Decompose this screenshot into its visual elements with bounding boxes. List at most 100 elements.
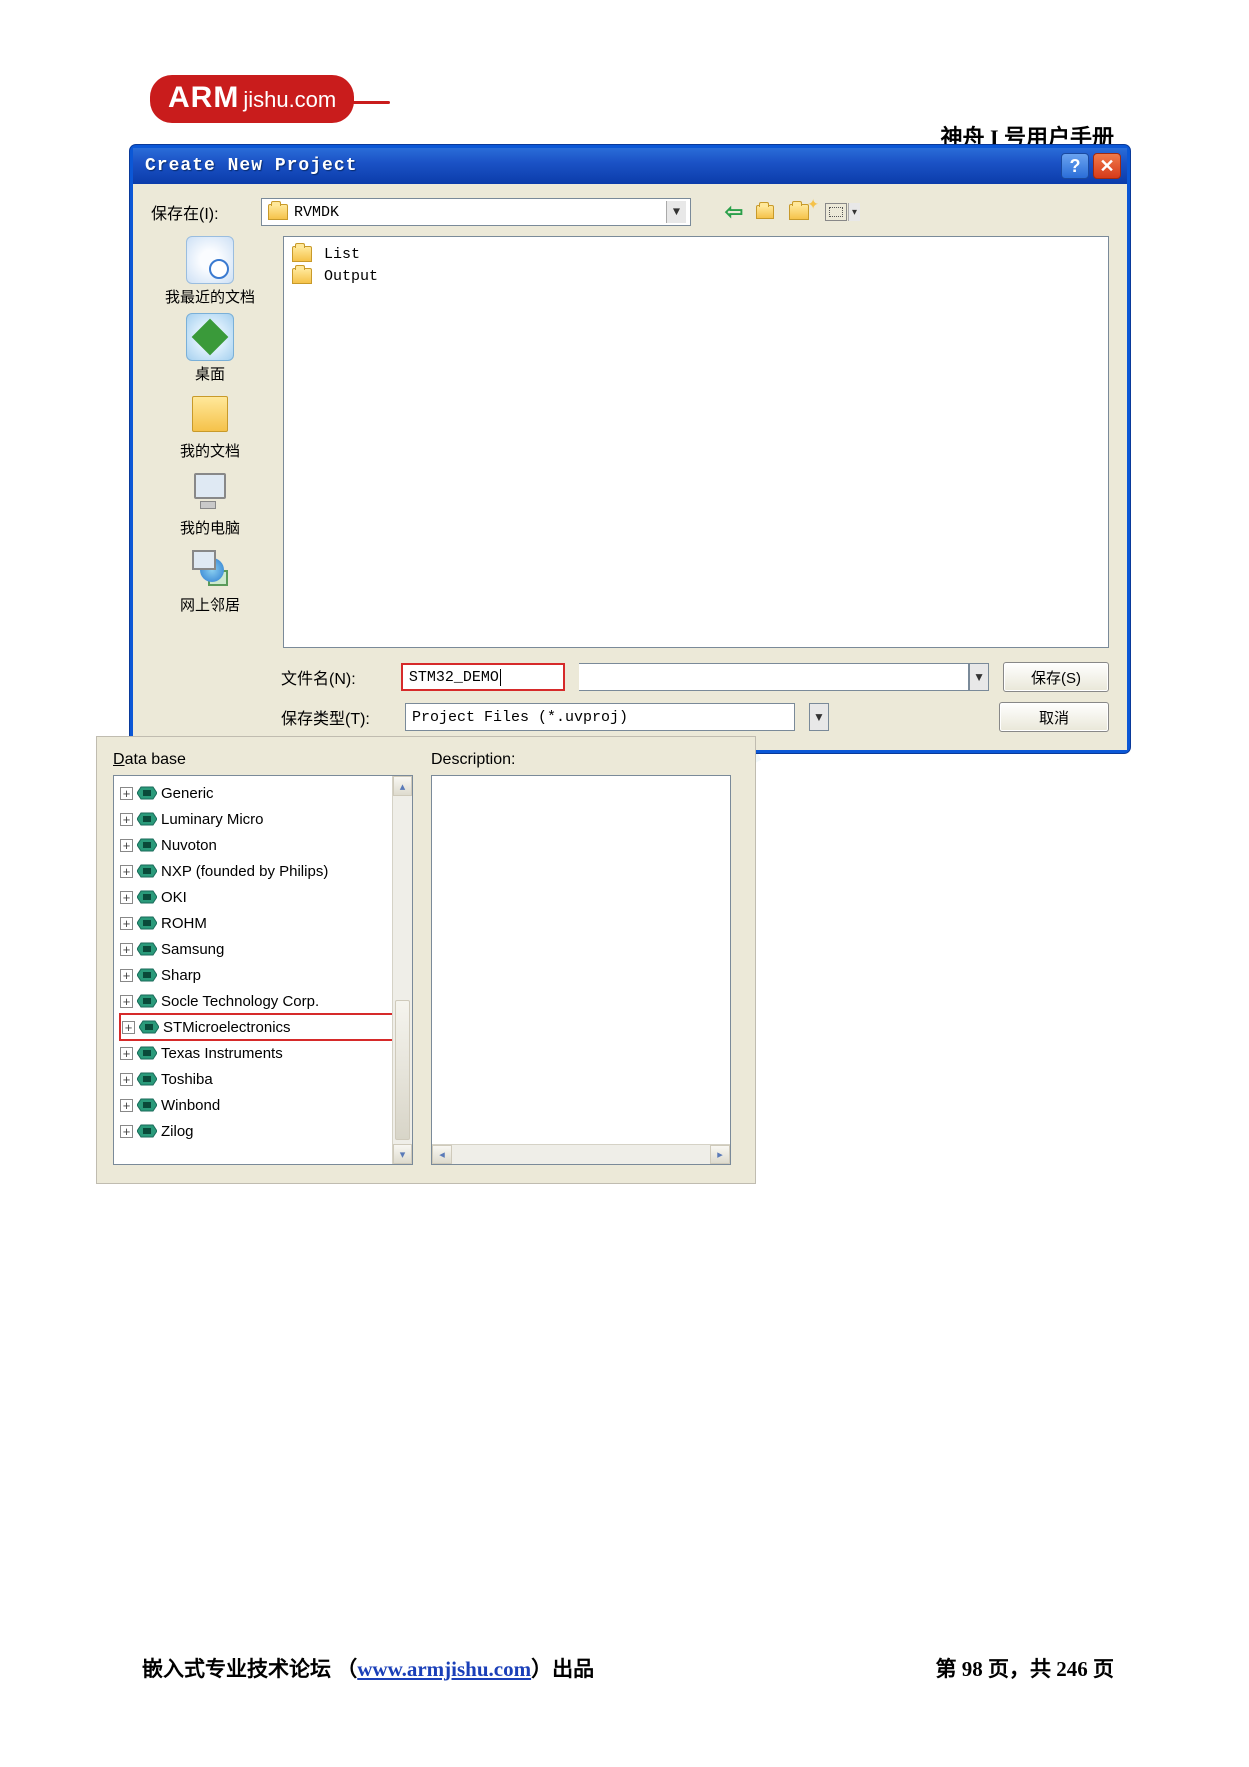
filename-combo-extra[interactable]	[579, 663, 969, 691]
filetype-combo[interactable]: Project Files (*.uvproj)	[405, 703, 795, 731]
expand-icon[interactable]: +	[120, 969, 133, 982]
chevron-down-icon[interactable]: ▾	[848, 203, 860, 221]
chip-icon	[137, 837, 157, 853]
tree-item-label: Sharp	[161, 967, 201, 984]
filename-label: 文件名(N):	[281, 665, 387, 689]
tree-item-label: Toshiba	[161, 1071, 213, 1088]
chip-icon	[137, 1097, 157, 1113]
dialog-title: Create New Project	[145, 156, 1057, 176]
expand-icon[interactable]: +	[120, 943, 133, 956]
places-recent[interactable]: 我最近的文档	[165, 236, 255, 307]
expand-icon[interactable]: +	[120, 787, 133, 800]
places-desktop[interactable]: 桌面	[186, 313, 234, 384]
database-tree[interactable]: +Generic+Luminary Micro+Nuvoton+NXP (fou…	[113, 775, 413, 1165]
filename-input[interactable]: STM32_DEMO	[401, 663, 565, 691]
places-label: 桌面	[186, 363, 234, 384]
tree-item-generic[interactable]: +Generic	[120, 780, 412, 806]
tree-item-socle-technology-corp-[interactable]: + Socle Technology Corp.	[120, 988, 412, 1014]
folder-icon	[292, 268, 312, 284]
description-box: ◂ ▸	[431, 775, 731, 1165]
scroll-right-button[interactable]: ▸	[710, 1145, 730, 1164]
expand-icon[interactable]: +	[120, 995, 133, 1008]
tree-item-oki[interactable]: + OKI	[120, 884, 412, 910]
chevron-down-icon[interactable]: ▼	[809, 703, 829, 731]
tree-item-label: Socle Technology Corp.	[161, 993, 319, 1010]
tree-item-stmicroelectronics[interactable]: +STMicroelectronics	[119, 1013, 410, 1041]
tree-item-label: Luminary Micro	[161, 811, 264, 828]
tree-item-label: ROHM	[161, 915, 207, 932]
chip-icon	[137, 1123, 157, 1139]
expand-icon[interactable]: +	[120, 917, 133, 930]
tree-item-texas-instruments[interactable]: +Texas Instruments	[120, 1040, 412, 1066]
folder-icon	[789, 204, 809, 220]
expand-icon[interactable]: +	[120, 1073, 133, 1086]
my-computer-icon	[186, 467, 234, 515]
tree-item-label: NXP (founded by Philips)	[161, 863, 328, 880]
tree-item-zilog[interactable]: +Zilog	[120, 1118, 412, 1144]
back-button[interactable]: ⇦	[721, 200, 747, 224]
expand-icon[interactable]: +	[122, 1021, 135, 1034]
network-places-icon	[186, 544, 234, 592]
expand-icon[interactable]: +	[120, 1047, 133, 1060]
file-item[interactable]: Output	[292, 265, 1100, 287]
chip-icon	[137, 1071, 157, 1087]
places-bar: 我最近的文档 桌面 我的文档 我的电脑	[151, 236, 269, 648]
file-name: Output	[324, 268, 378, 285]
description-label: Description:	[431, 751, 731, 769]
places-my-documents[interactable]: 我的文档	[180, 390, 240, 461]
expand-icon[interactable]: +	[120, 1125, 133, 1138]
chevron-down-icon[interactable]: ▼	[969, 663, 989, 691]
titlebar[interactable]: Create New Project ? ✕	[133, 148, 1127, 184]
up-one-level-button[interactable]	[755, 200, 781, 224]
expand-icon[interactable]: +	[120, 865, 133, 878]
chevron-down-icon[interactable]: ▼	[666, 201, 686, 223]
tree-item-toshiba[interactable]: + Toshiba	[120, 1066, 412, 1092]
file-item[interactable]: List	[292, 243, 1100, 265]
places-network[interactable]: 网上邻居	[180, 544, 240, 615]
tree-item-sharp[interactable]: + Sharp	[120, 962, 412, 988]
desktop-icon	[186, 313, 234, 361]
view-menu-button[interactable]: ▾	[823, 200, 849, 224]
filetype-label: 保存类型(T):	[281, 705, 391, 729]
help-button[interactable]: ?	[1061, 153, 1089, 179]
tree-item-nuvoton[interactable]: +Nuvoton	[120, 832, 412, 858]
cancel-button[interactable]: 取消	[999, 702, 1109, 732]
places-my-computer[interactable]: 我的电脑	[180, 467, 240, 538]
tree-item-samsung[interactable]: + Samsung	[120, 936, 412, 962]
footer-link[interactable]: www.armjishu.com	[357, 1657, 531, 1681]
save-in-combo[interactable]: RVMDK ▼	[261, 198, 691, 226]
logo-text-arm: ARM	[168, 81, 239, 114]
recent-docs-icon	[186, 236, 234, 284]
database-label: Data base	[113, 751, 413, 769]
chip-icon	[137, 811, 157, 827]
tree-item-rohm[interactable]: + ROHM	[120, 910, 412, 936]
chip-icon	[137, 967, 157, 983]
scroll-down-button[interactable]: ▾	[393, 1144, 412, 1164]
chip-icon	[137, 915, 157, 931]
tree-item-label: OKI	[161, 889, 187, 906]
expand-icon[interactable]: +	[120, 1099, 133, 1112]
file-list[interactable]: List Output	[283, 236, 1109, 648]
scroll-up-button[interactable]: ▴	[393, 776, 412, 796]
tree-item-label: Winbond	[161, 1097, 220, 1114]
chip-icon	[139, 1019, 159, 1035]
tree-item-winbond[interactable]: + Winbond	[120, 1092, 412, 1118]
scroll-thumb[interactable]	[395, 1000, 410, 1140]
scrollbar-vertical[interactable]: ▴ ▾	[392, 776, 412, 1164]
footer-page-number: 第 98 页，共 246 页	[936, 1653, 1115, 1683]
places-label: 网上邻居	[180, 594, 240, 615]
filetype-value: Project Files (*.uvproj)	[412, 709, 628, 726]
scrollbar-horizontal[interactable]: ◂ ▸	[432, 1144, 730, 1164]
tree-item-nxp-founded-by-philips-[interactable]: + NXP (founded by Philips)	[120, 858, 412, 884]
close-button[interactable]: ✕	[1093, 153, 1121, 179]
scroll-left-button[interactable]: ◂	[432, 1145, 452, 1164]
expand-icon[interactable]: +	[120, 891, 133, 904]
expand-icon[interactable]: +	[120, 839, 133, 852]
grid-icon: ▾	[825, 203, 847, 221]
logo: ARMjishu.com	[150, 75, 390, 123]
save-button[interactable]: 保存(S)	[1003, 662, 1109, 692]
expand-icon[interactable]: +	[120, 813, 133, 826]
tree-item-luminary-micro[interactable]: + Luminary Micro	[120, 806, 412, 832]
new-folder-button[interactable]: ✦	[789, 200, 815, 224]
tree-item-label: Samsung	[161, 941, 224, 958]
